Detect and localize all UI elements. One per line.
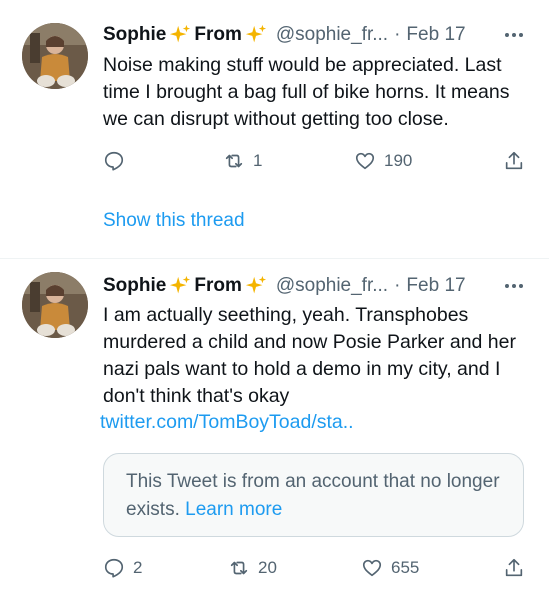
avatar-image xyxy=(22,23,88,89)
quoted-tweet-unavailable: This Tweet is from an account that no lo… xyxy=(103,453,524,537)
share-button[interactable] xyxy=(503,557,525,579)
separator: · xyxy=(394,275,401,296)
reply-button[interactable]: 2 xyxy=(103,557,142,579)
retweet-icon xyxy=(230,561,248,575)
share-icon xyxy=(505,558,523,577)
tweet-link[interactable]: twitter.com/TomBoyToad/sta.. xyxy=(100,409,527,436)
retweet-count: 1 xyxy=(253,151,263,170)
user-handle[interactable]: @sophie_fr... xyxy=(276,24,388,46)
retweet-button[interactable]: 1 xyxy=(223,150,262,172)
reply-icon xyxy=(104,558,124,578)
avatar[interactable] xyxy=(22,272,88,338)
tweet-1[interactable]: Sophie From @sophie_fr... · Feb 17 Noise… xyxy=(0,0,549,258)
avatar-image xyxy=(22,272,88,338)
more-icon[interactable] xyxy=(501,29,527,41)
retweet-button[interactable]: 20 xyxy=(228,557,277,579)
like-count: 190 xyxy=(384,151,413,170)
reply-icon xyxy=(104,151,124,171)
tweet-text: Noise making stuff would be appreciated.… xyxy=(103,54,510,130)
tweet-date[interactable]: Feb 17 xyxy=(406,24,465,46)
like-icon xyxy=(362,559,382,577)
display-name-suffix[interactable]: From xyxy=(194,24,242,46)
reply-button[interactable] xyxy=(103,150,133,172)
tweet-2[interactable]: Sophie From @sophie_fr... · Feb 17 I am … xyxy=(0,259,549,600)
user-handle[interactable]: @sophie_fr... xyxy=(276,275,388,297)
share-icon xyxy=(505,151,523,170)
like-button[interactable]: 655 xyxy=(361,557,419,579)
show-thread-link[interactable]: Show this thread xyxy=(103,210,245,232)
display-name[interactable]: Sophie xyxy=(103,275,166,297)
tweet-actions: 2 20 655 xyxy=(103,553,531,583)
avatar[interactable] xyxy=(22,23,88,89)
sparkle-icon xyxy=(245,24,266,43)
like-button[interactable]: 190 xyxy=(354,150,412,172)
display-name[interactable]: Sophie xyxy=(103,24,166,46)
tweet-header: Sophie From @sophie_fr... · Feb 17 xyxy=(103,271,527,301)
separator: · xyxy=(394,24,401,45)
tweet-date[interactable]: Feb 17 xyxy=(406,275,465,297)
quote-notice-text: This Tweet is from an account that no lo… xyxy=(126,471,500,520)
tweet-actions: 1 190 xyxy=(103,146,531,176)
sparkle-icon xyxy=(245,275,266,294)
share-button[interactable] xyxy=(503,150,525,172)
like-icon xyxy=(355,152,375,170)
tweet-text: I am actually seething, yeah. Transphobe… xyxy=(103,304,516,407)
retweet-count: 20 xyxy=(258,558,277,577)
more-icon[interactable] xyxy=(501,280,527,292)
like-count: 655 xyxy=(391,558,420,577)
tweet-header: Sophie From @sophie_fr... · Feb 17 xyxy=(103,20,527,50)
reply-count: 2 xyxy=(133,558,143,577)
learn-more-link[interactable]: Learn more xyxy=(185,499,282,520)
display-name-suffix[interactable]: From xyxy=(194,275,242,297)
sparkle-icon xyxy=(170,24,191,43)
sparkle-icon xyxy=(170,275,191,294)
retweet-icon xyxy=(225,154,243,168)
